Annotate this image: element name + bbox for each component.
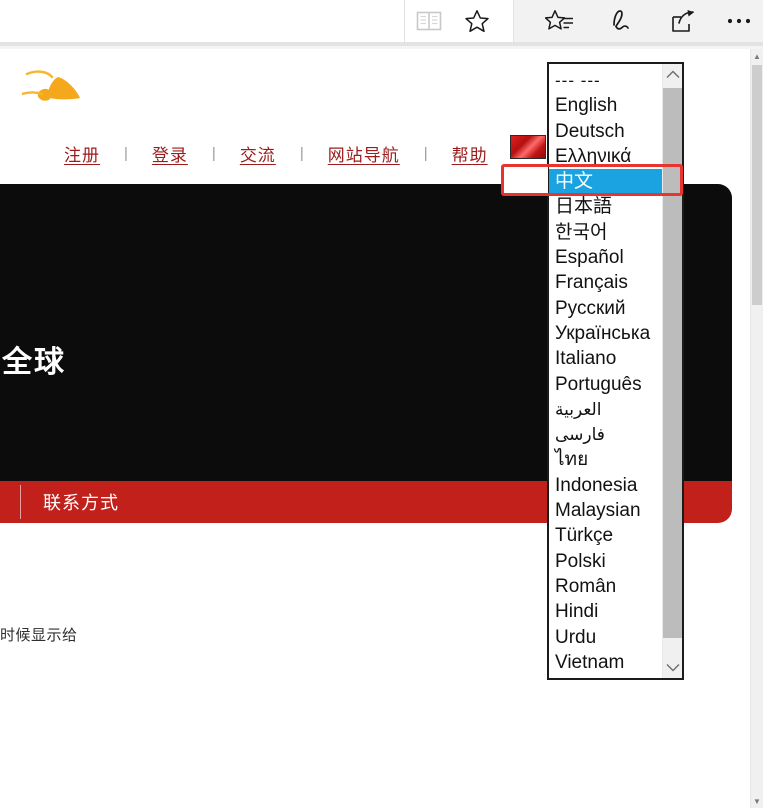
chevron-down-icon xyxy=(666,663,680,672)
language-option[interactable]: --- --- xyxy=(549,68,666,93)
contact-label[interactable]: 联系方式 xyxy=(21,489,119,515)
language-option[interactable]: Indonesia xyxy=(549,473,666,498)
nav-separator: | xyxy=(278,145,326,162)
site-logo[interactable] xyxy=(22,67,108,115)
language-option[interactable]: 한국어 xyxy=(549,220,666,245)
chevron-up-icon xyxy=(666,70,680,79)
language-option[interactable]: Русский xyxy=(549,296,666,321)
language-option[interactable]: Українська xyxy=(549,321,666,346)
site-logo-icon xyxy=(22,67,108,115)
dropdown-scrollbar-thumb[interactable] xyxy=(663,88,682,638)
language-option[interactable]: Urdu xyxy=(549,625,666,650)
language-option[interactable]: Español xyxy=(549,245,666,270)
language-option[interactable]: العربية xyxy=(549,397,666,422)
faq-label[interactable]: .Q. xyxy=(0,491,20,513)
nav-separator: | xyxy=(102,145,150,162)
nav-link-help[interactable]: 帮助 xyxy=(450,141,490,166)
nav-separator: | xyxy=(190,145,238,162)
page-scroll-up-arrow[interactable]: ▲ xyxy=(751,49,763,63)
hub-favorites-icon xyxy=(545,9,575,34)
hero-headline: 布全球 xyxy=(0,337,66,381)
share-button[interactable] xyxy=(660,0,708,42)
language-option[interactable]: 中文 xyxy=(549,169,666,194)
dropdown-scroll-up-arrow[interactable] xyxy=(663,64,682,85)
nav-link-sitemap[interactable]: 网站导航 xyxy=(326,141,402,166)
language-dropdown-popup[interactable]: --- ---EnglishDeutschΕλληνικά中文日本語한국어Esp… xyxy=(547,62,684,680)
dropdown-scrollbar[interactable] xyxy=(662,64,682,678)
page-scroll-down-arrow[interactable]: ▼ xyxy=(751,794,763,808)
language-option[interactable]: Português xyxy=(549,372,666,397)
more-ellipsis-icon xyxy=(726,17,752,25)
language-option[interactable]: Türkçe xyxy=(549,523,666,548)
language-option[interactable]: Polski xyxy=(549,549,666,574)
hub-button[interactable] xyxy=(536,0,584,42)
language-option[interactable]: Malaysian xyxy=(549,498,666,523)
dropdown-scroll-down-arrow[interactable] xyxy=(663,657,682,678)
nav-link-register[interactable]: 注册 xyxy=(62,141,102,166)
nav-link-login[interactable]: 登录 xyxy=(150,141,190,166)
language-option[interactable]: Hindi xyxy=(549,599,666,624)
language-option[interactable]: Italiano xyxy=(549,346,666,371)
browser-toolbar xyxy=(0,0,763,42)
language-option[interactable]: 日本語 xyxy=(549,194,666,219)
language-option[interactable]: Vietnam xyxy=(549,650,666,675)
language-option[interactable]: Ελληνικά xyxy=(549,144,666,169)
language-option[interactable]: English xyxy=(549,93,666,118)
reading-view-icon xyxy=(416,10,442,32)
annotation-mask xyxy=(504,167,548,193)
language-option-list: --- ---EnglishDeutschΕλληνικά中文日本語한국어Esp… xyxy=(549,64,666,675)
language-option[interactable]: Français xyxy=(549,270,666,295)
language-option[interactable]: ไทย xyxy=(549,447,666,472)
page-scrollbar-thumb[interactable] xyxy=(752,65,762,305)
country-flag-icon[interactable] xyxy=(510,135,546,159)
body-paragraph: 时候显示给 xyxy=(0,624,78,645)
language-option[interactable]: فارسی xyxy=(549,422,666,447)
web-notes-button[interactable] xyxy=(598,0,646,42)
favorites-star-button[interactable] xyxy=(453,0,501,42)
share-icon xyxy=(670,9,698,34)
web-notes-pen-icon xyxy=(608,8,636,34)
language-option[interactable]: Deutsch xyxy=(549,119,666,144)
nav-link-community[interactable]: 交流 xyxy=(238,141,278,166)
language-option[interactable]: Român xyxy=(549,574,666,599)
more-button[interactable] xyxy=(715,0,763,42)
reading-view-button[interactable] xyxy=(405,0,453,42)
page-scrollbar[interactable]: ▲ ▼ xyxy=(750,49,763,808)
nav-separator: | xyxy=(402,145,450,162)
favorites-star-icon xyxy=(464,9,490,34)
